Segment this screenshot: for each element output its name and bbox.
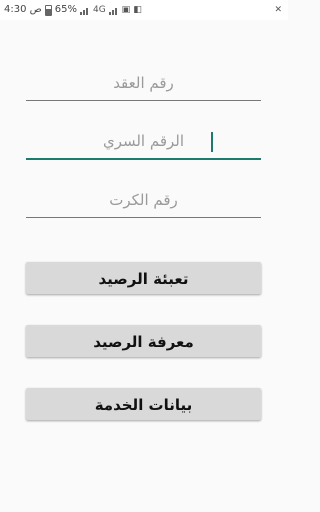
signal-icon-2 — [108, 6, 119, 15]
x-notification-icon: ✕ — [274, 5, 282, 15]
service-info-button[interactable]: بيانات الخدمة — [26, 388, 261, 420]
image-icon: ◧ — [133, 5, 142, 15]
battery-icon — [44, 4, 52, 16]
signal-icon — [79, 6, 90, 15]
status-indicators: 4:30 ص 65% 4G ▣ ◧ — [4, 0, 142, 20]
status-right: ✕ — [274, 0, 282, 20]
check-balance-button[interactable]: معرفة الرصيد — [26, 325, 261, 357]
status-time: 4:30 ص — [4, 4, 42, 15]
battery-level: 65% — [54, 4, 77, 15]
contract-number-field[interactable] — [26, 68, 261, 101]
contract-number-input[interactable] — [26, 68, 261, 98]
network-type: 4G — [92, 5, 106, 15]
card-number-field[interactable] — [26, 185, 261, 218]
text-cursor — [211, 132, 213, 152]
recharge-button[interactable]: تعبئة الرصيد — [26, 262, 261, 294]
card-number-input[interactable] — [26, 185, 261, 215]
status-bar: 4:30 ص 65% 4G ▣ ◧ ✕ — [0, 0, 288, 20]
sim-icon: ▣ — [121, 5, 131, 15]
pin-input[interactable] — [26, 126, 261, 156]
pin-field[interactable] — [26, 126, 261, 160]
